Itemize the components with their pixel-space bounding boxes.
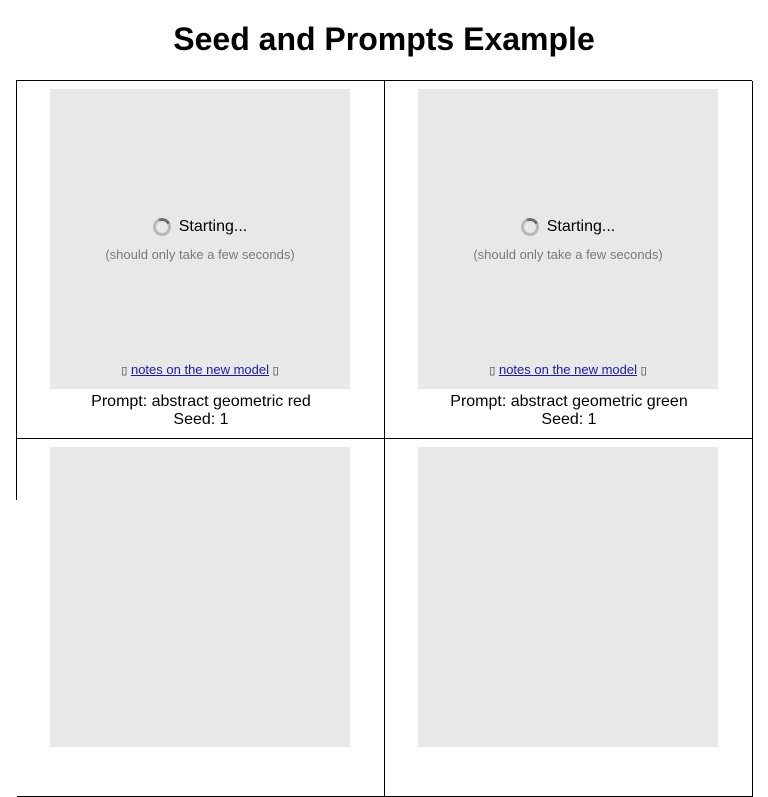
loading-status: Starting... [418, 215, 718, 239]
seed-label: Seed: 1 [541, 411, 597, 428]
result-cell-green: Starting... (should only take a few seco… [385, 81, 753, 439]
loading-status: Starting... [50, 215, 350, 239]
spinner-icon [518, 215, 542, 239]
notes-suffix-icon: ▯ [272, 365, 279, 377]
status-text: Starting... [178, 218, 248, 235]
seed-label: Seed: 1 [173, 411, 229, 428]
prompt-label: Prompt: abstract geometric green [450, 393, 688, 410]
loading-hint: (should only take a few seconds) [105, 247, 295, 262]
prompt-label: Prompt: abstract geometric red [91, 393, 311, 410]
status-text: Starting... [546, 218, 616, 235]
spinner-icon [150, 215, 174, 239]
notes-row: ▯ notes on the new model ▯ [50, 362, 350, 377]
page-title: Seed and Prompts Example [173, 21, 595, 57]
result-cell-row2-right [385, 439, 753, 797]
image-frame: Starting... (should only take a few seco… [418, 89, 718, 389]
notes-row: ▯ notes on the new model ▯ [418, 362, 718, 377]
result-cell-red: Starting... (should only take a few seco… [17, 81, 385, 439]
notes-link[interactable]: notes on the new model [499, 362, 637, 377]
notes-suffix-icon: ▯ [640, 365, 647, 377]
cell-caption: Prompt: abstract geometric green Seed: 1 [385, 393, 753, 429]
result-cell-row2-left [17, 439, 385, 797]
notes-prefix-icon: ▯ [121, 365, 128, 377]
notes-prefix-icon: ▯ [489, 365, 496, 377]
cell-caption: Prompt: abstract geometric red Seed: 1 [17, 393, 385, 429]
results-grid: Starting... (should only take a few seco… [16, 80, 753, 797]
image-frame: Starting... (should only take a few seco… [50, 89, 350, 389]
image-frame [50, 447, 350, 747]
image-frame [418, 447, 718, 747]
loading-hint: (should only take a few seconds) [473, 247, 663, 262]
notes-link[interactable]: notes on the new model [131, 362, 269, 377]
